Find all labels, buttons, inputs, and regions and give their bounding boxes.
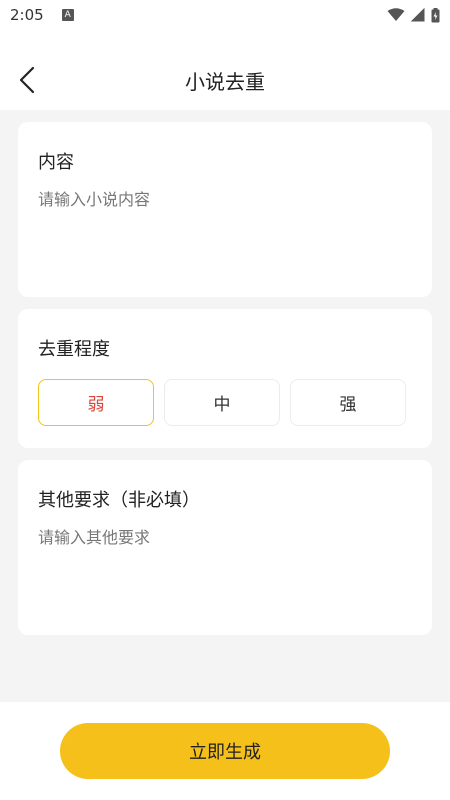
status-icons: [387, 7, 440, 23]
level-option-medium[interactable]: 中: [164, 379, 280, 426]
content-card-title: 内容: [38, 152, 74, 173]
level-options: 弱 中 强: [38, 379, 406, 426]
other-requirements-title: 其他要求（非必填）: [38, 490, 200, 511]
footer-bar: 立即生成: [0, 702, 450, 800]
generate-button[interactable]: 立即生成: [60, 723, 390, 779]
status-time: 2:05: [10, 6, 44, 24]
status-bar: 2:05 A: [0, 0, 450, 30]
battery-icon: [431, 7, 440, 22]
level-card: 去重程度 弱 中 强: [18, 309, 432, 448]
signal-icon: [411, 8, 425, 22]
content-input[interactable]: [38, 186, 412, 281]
other-requirements-card: 其他要求（非必填）: [18, 460, 432, 635]
wifi-icon: [387, 8, 405, 21]
level-option-strong[interactable]: 强: [290, 379, 406, 426]
page-title: 小说去重: [185, 70, 265, 94]
notification-a-icon: A: [61, 9, 74, 21]
app-header: 小说去重: [0, 30, 450, 110]
level-option-weak[interactable]: 弱: [38, 379, 154, 426]
level-card-title: 去重程度: [38, 339, 110, 360]
other-requirements-input[interactable]: [38, 524, 412, 619]
content-card: 内容: [18, 122, 432, 297]
